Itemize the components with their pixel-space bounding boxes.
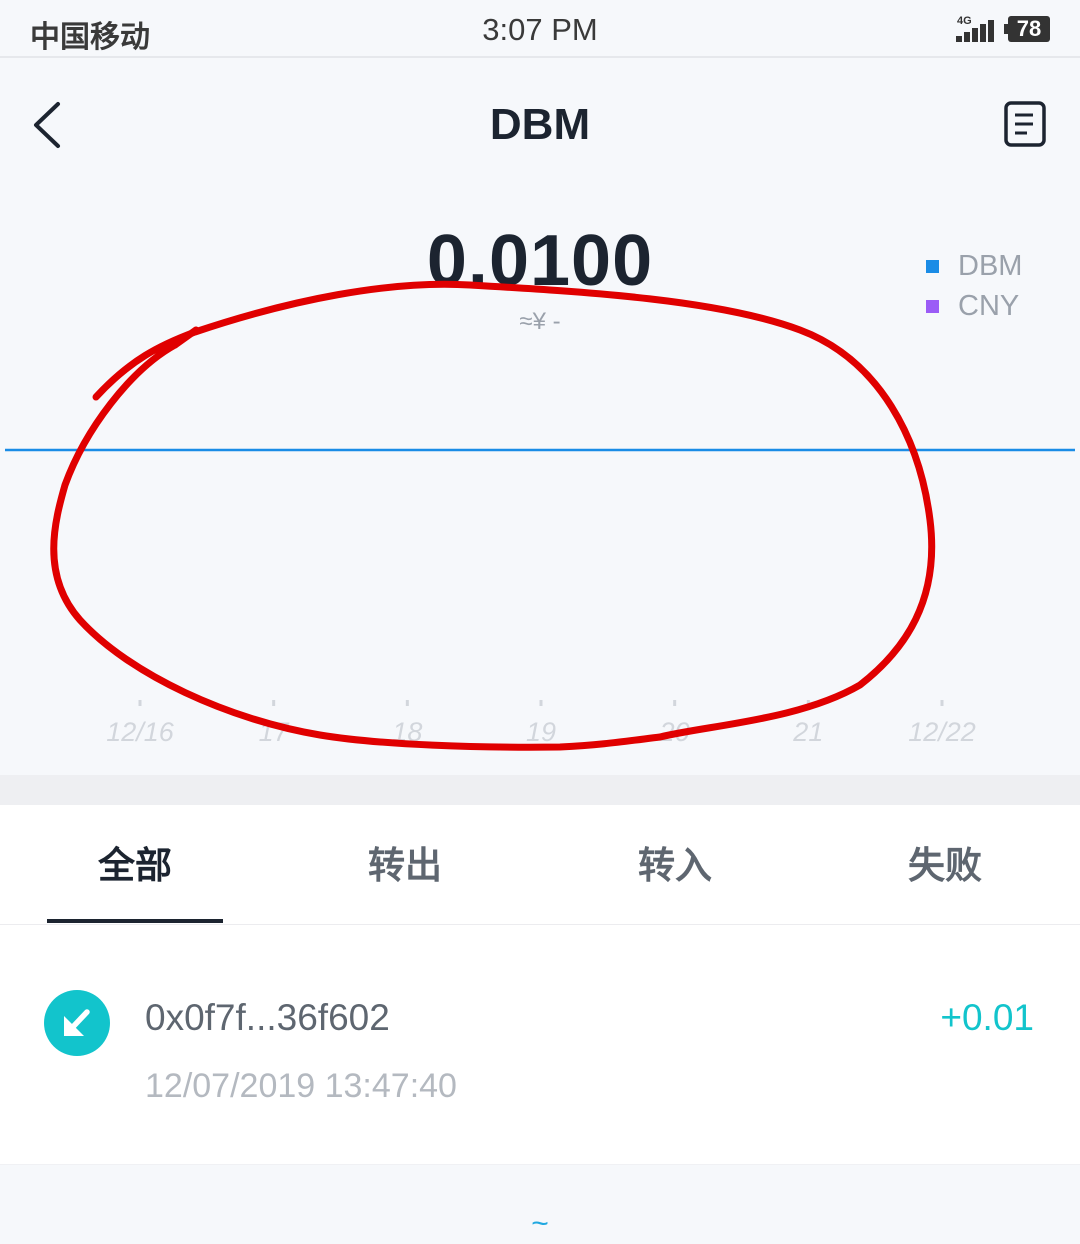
legend-swatch-dbm (926, 259, 939, 273)
chart-legend: DBM CNY (926, 246, 1022, 326)
transaction-address: 0x0f7f...36f602 (145, 997, 390, 1038)
x-tick-label: 19 (526, 717, 556, 747)
transaction-amount: +0.01 (940, 997, 1034, 1038)
tab-all[interactable]: 全部 (0, 805, 270, 923)
back-button[interactable] (22, 90, 82, 160)
transaction-list: 0x0f7f...36f602 +0.01 12/07/2019 13:47:4… (0, 925, 1080, 1165)
chevron-left-icon (34, 102, 60, 148)
balance-amount: 0.0100 (426, 221, 654, 301)
document-list-icon (1004, 101, 1046, 147)
section-divider (0, 775, 1080, 805)
x-tick-label: 20 (659, 717, 690, 747)
tab-failed[interactable]: 失败 (810, 805, 1080, 923)
records-button[interactable] (996, 98, 1054, 152)
status-bar: 中国移动 3:07 PM 4G 78 (0, 0, 1080, 58)
battery-icon: 78 (1008, 16, 1050, 42)
legend-item-cny: CNY (926, 286, 1022, 326)
legend-label: DBM (958, 249, 1023, 282)
status-time: 3:07 PM (482, 12, 598, 47)
legend-label: CNY (958, 289, 1020, 322)
active-tab-indicator (47, 919, 223, 923)
load-more-indicator: ~ (531, 1207, 549, 1240)
list-footer: ~ (0, 1165, 1080, 1244)
page-title: DBM (489, 100, 591, 149)
x-tick-label: 12/16 (106, 717, 175, 747)
nav-bar: DBM (0, 60, 1080, 190)
transaction-row[interactable]: 0x0f7f...36f602 +0.01 12/07/2019 13:47:4… (0, 925, 1080, 1165)
balance-chart-section: 12/16 17 18 19 20 21 12/22 0.0100 ≈¥ - DBM CNY (0, 190, 1080, 775)
incoming-arrow-icon (44, 990, 110, 1056)
x-tick-label: 18 (392, 717, 422, 747)
tab-outgoing[interactable]: 转出 (270, 805, 540, 923)
transaction-filter-tabs: 全部 转出 转入 失败 (0, 805, 1080, 925)
x-tick-label: 17 (259, 717, 290, 747)
x-tick-label: 12/22 (908, 717, 976, 747)
legend-item-dbm: DBM (926, 246, 1022, 286)
fiat-value: ≈¥ - (519, 308, 561, 335)
transaction-time: 12/07/2019 13:47:40 (145, 1067, 457, 1105)
tab-incoming[interactable]: 转入 (540, 805, 810, 923)
signal-icon (956, 18, 996, 42)
legend-swatch-cny (926, 299, 939, 313)
x-tick-label: 21 (792, 717, 823, 747)
